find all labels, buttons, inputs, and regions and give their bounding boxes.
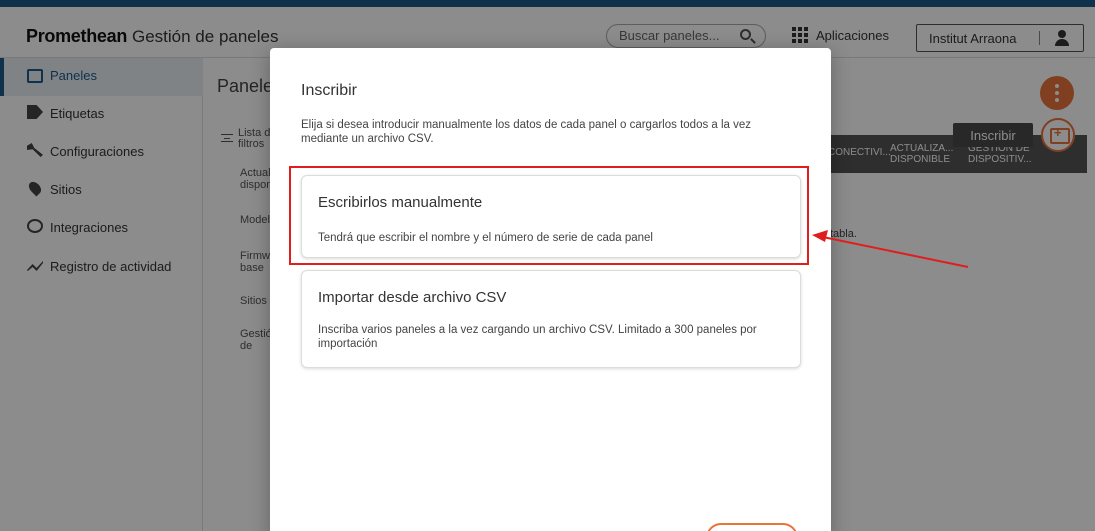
enroll-dialog: Inscribir Elija si desea introducir manu… [270,48,831,531]
option-title: Importar desde archivo CSV [318,289,507,306]
dialog-action-button[interactable] [706,523,798,531]
dialog-title: Inscribir [301,82,358,99]
dialog-description: Elija si desea introducir manualmente lo… [301,119,752,145]
option-csv-import[interactable]: Importar desde archivo CSV Inscriba vari… [301,270,801,368]
highlight-box [289,166,809,265]
option-description: Inscriba varios paneles a la vez cargand… [318,324,757,350]
annotation-arrow-icon [812,230,969,268]
